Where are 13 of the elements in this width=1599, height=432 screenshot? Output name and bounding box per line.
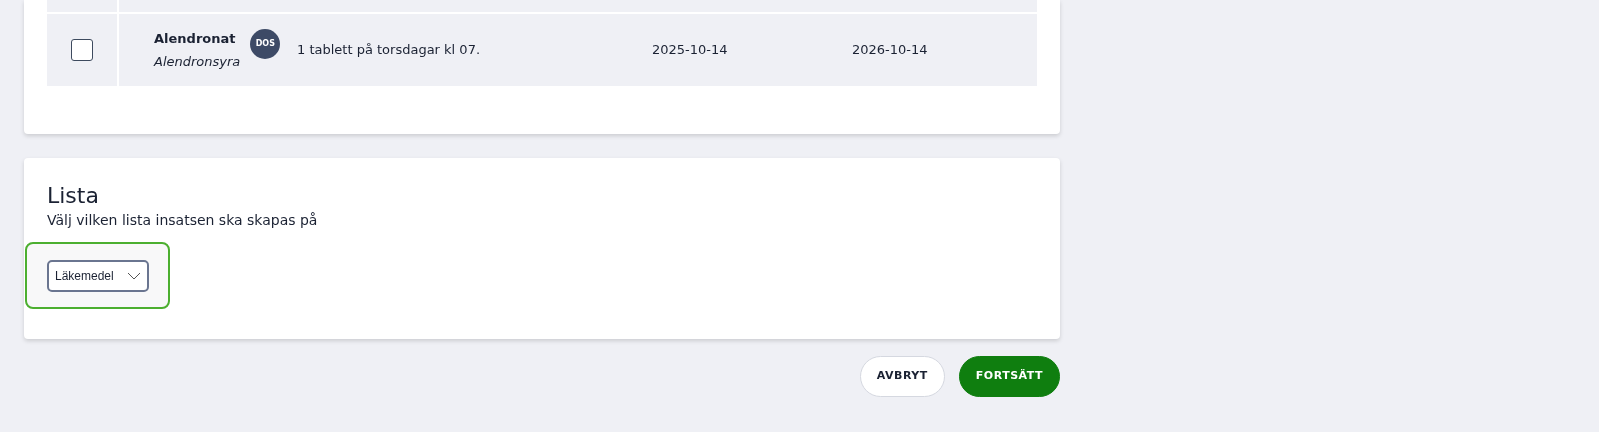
end-date: 2026-10-14 <box>852 42 928 58</box>
checkbox[interactable] <box>71 39 93 61</box>
dose-badge: DOS <box>250 29 281 59</box>
continue-button[interactable]: FORTSÄTT <box>958 356 1060 397</box>
substance-name: Alendronsyra <box>154 52 241 71</box>
section-subtitle: Välj vilken lista insatsen ska skapas på <box>47 211 319 231</box>
chevron-down-icon <box>127 272 141 281</box>
list-select[interactable]: Läkemedel <box>47 260 149 293</box>
start-date: 2025-10-14 <box>652 42 728 58</box>
medication-name: Alendronat <box>154 30 237 48</box>
section-title: Lista <box>47 184 100 209</box>
cancel-button[interactable]: AVBRYT <box>859 356 945 397</box>
dosage-text: 1 tablett på torsdagar kl 07. <box>297 42 481 58</box>
